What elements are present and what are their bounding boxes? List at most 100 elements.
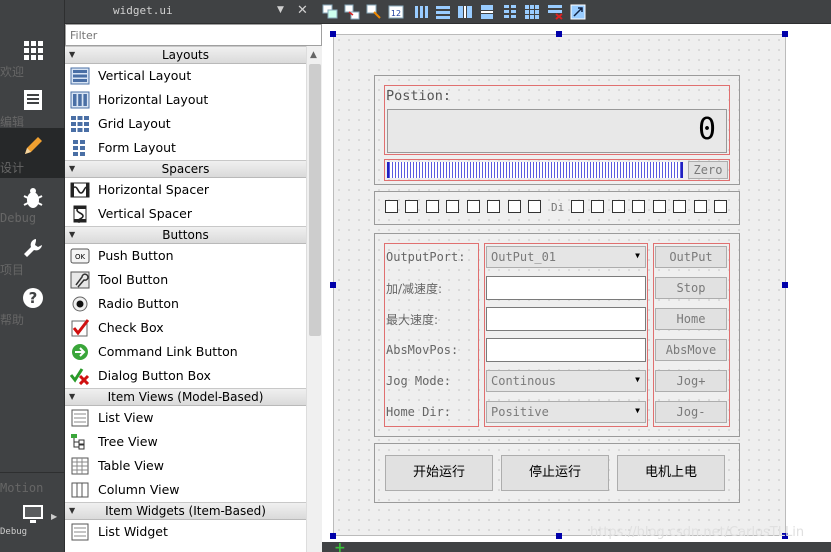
resize-handle[interactable] — [330, 282, 336, 288]
adjust-size-icon[interactable] — [570, 4, 586, 20]
resize-handle[interactable] — [330, 31, 336, 37]
halt-button[interactable]: 停止运行 — [501, 455, 609, 491]
di-checkbox[interactable] — [508, 200, 521, 213]
widget-column-view[interactable]: Column View — [65, 478, 306, 502]
abs-pos-input[interactable] — [486, 338, 646, 362]
expand-arrow-icon[interactable]: ▶ — [51, 512, 57, 521]
di-checkbox[interactable] — [528, 200, 541, 213]
lay-out-form-icon[interactable] — [502, 4, 518, 20]
category-item-views[interactable]: ▼ Item Views (Model-Based) — [65, 388, 306, 406]
di-checkbox[interactable] — [591, 200, 604, 213]
di-checkbox[interactable] — [714, 200, 727, 213]
splitter-horizontal-icon[interactable] — [457, 4, 473, 20]
di-checkbox[interactable] — [571, 200, 584, 213]
mode-edit[interactable]: 编辑 — [0, 82, 65, 132]
output-button[interactable]: OutPut — [655, 246, 727, 268]
collapse-arrow-icon[interactable]: ▼ — [69, 161, 75, 177]
widget-filter[interactable] — [65, 24, 322, 46]
build-target-selector[interactable]: Debug ▶ — [0, 496, 65, 546]
di-checkbox[interactable] — [612, 200, 625, 213]
lay-out-horizontally-icon[interactable] — [414, 4, 430, 20]
mode-design[interactable]: 设计 — [0, 128, 65, 178]
grid-icon — [23, 41, 43, 60]
widget-push-button[interactable]: OK Push Button — [65, 244, 306, 268]
mode-welcome[interactable]: 欢迎 — [0, 32, 65, 82]
di-checkbox[interactable] — [653, 200, 666, 213]
lay-out-vertically-icon[interactable] — [435, 4, 451, 20]
zero-button[interactable]: Zero — [688, 161, 728, 179]
di-checkbox[interactable] — [694, 200, 707, 213]
lay-out-grid-icon[interactable] — [524, 4, 540, 20]
widget-label: Vertical Layout — [98, 68, 192, 83]
widget-form-layout[interactable]: Form Layout — [65, 136, 306, 160]
di-checkbox[interactable] — [673, 200, 686, 213]
accel-input[interactable] — [486, 276, 646, 300]
splitter-vertical-icon[interactable] — [479, 4, 495, 20]
jog-mode-combo[interactable]: Continous ▼ — [486, 370, 646, 392]
collapse-arrow-icon[interactable]: ▼ — [69, 503, 75, 519]
grid-layout-icon — [71, 116, 89, 132]
max-speed-input[interactable] — [486, 307, 646, 331]
category-spacers[interactable]: ▼ Spacers — [65, 160, 306, 178]
widget-table-view[interactable]: Table View — [65, 454, 306, 478]
widget-vertical-spacer[interactable]: Vertical Spacer — [65, 202, 306, 226]
widget-command-link-button[interactable]: Command Link Button — [65, 340, 306, 364]
category-item-widgets[interactable]: ▼ Item Widgets (Item-Based) — [65, 502, 306, 520]
home-button[interactable]: Home — [655, 308, 727, 330]
edit-signals-icon[interactable] — [344, 4, 360, 20]
category-buttons[interactable]: ▼ Buttons — [65, 226, 306, 244]
jog-plus-button[interactable]: Jog+ — [655, 370, 727, 392]
widget-horizontal-layout[interactable]: Horizontal Layout — [65, 88, 306, 112]
resize-handle[interactable] — [782, 31, 788, 37]
widget-tool-button[interactable]: Tool Button — [65, 268, 306, 292]
widget-grid-layout[interactable]: Grid Layout — [65, 112, 306, 136]
mode-help[interactable]: ? 帮助 — [0, 280, 65, 330]
file-dropdown-icon[interactable]: ▼ — [277, 5, 284, 15]
output-port-combo[interactable]: OutPut_01 ▼ — [486, 246, 646, 268]
di-checkbox[interactable] — [487, 200, 500, 213]
widget-radio-button[interactable]: Radio Button — [65, 292, 306, 316]
widget-vertical-layout[interactable]: Vertical Layout — [65, 64, 306, 88]
collapse-arrow-icon[interactable]: ▼ — [69, 47, 75, 63]
widget-tree-view[interactable]: Tree View — [65, 430, 306, 454]
mode-debug[interactable]: Debug — [0, 180, 65, 230]
stop-button[interactable]: Stop — [655, 277, 727, 299]
position-slider[interactable] — [387, 162, 683, 178]
absmove-button[interactable]: AbsMove — [655, 339, 727, 361]
filter-input[interactable] — [66, 25, 321, 45]
widget-dialog-button-box[interactable]: Dialog Button Box — [65, 364, 306, 388]
category-layouts[interactable]: ▼ Layouts — [65, 46, 306, 64]
di-checkbox[interactable] — [405, 200, 418, 213]
collapse-arrow-icon[interactable]: ▼ — [69, 389, 75, 405]
motor-on-button[interactable]: 电机上电 — [617, 455, 725, 491]
collapse-arrow-icon[interactable]: ▼ — [69, 227, 75, 243]
scroll-thumb[interactable] — [309, 64, 321, 336]
add-icon[interactable]: + — [334, 540, 346, 552]
dropdown-arrow-icon: ▼ — [635, 251, 640, 260]
widget-box-scrollbar[interactable]: ▲ — [306, 46, 322, 552]
widget-list-view[interactable]: List View — [65, 406, 306, 430]
form-widget[interactable]: Postion: 0 Zero Di OutputPort: 加/减速度: 最大… — [333, 34, 786, 536]
edit-buddies-icon[interactable] — [366, 4, 382, 20]
widget-horizontal-spacer[interactable]: Horizontal Spacer — [65, 178, 306, 202]
close-file-icon[interactable]: ✕ — [297, 3, 308, 18]
break-layout-icon[interactable] — [547, 4, 563, 20]
di-checkbox[interactable] — [426, 200, 439, 213]
mode-projects[interactable]: 项目 — [0, 230, 65, 280]
jog-minus-button[interactable]: Jog- — [655, 401, 727, 423]
resize-handle[interactable] — [782, 282, 788, 288]
resize-handle[interactable] — [556, 31, 562, 37]
di-checkbox[interactable] — [632, 200, 645, 213]
home-dir-combo[interactable]: Positive ▼ — [486, 401, 646, 423]
widget-list-widget[interactable]: List Widget — [65, 520, 306, 544]
start-button[interactable]: 开始运行 — [385, 455, 493, 491]
di-checkbox[interactable] — [385, 200, 398, 213]
resize-handle[interactable] — [330, 533, 336, 539]
edit-tab-order-icon[interactable]: 12 — [388, 4, 404, 20]
di-checkbox[interactable] — [446, 200, 459, 213]
scroll-up-icon[interactable]: ▲ — [310, 50, 317, 60]
resize-handle[interactable] — [556, 533, 562, 539]
widget-check-box[interactable]: Check Box — [65, 316, 306, 340]
di-checkbox[interactable] — [467, 200, 480, 213]
edit-widgets-icon[interactable] — [322, 4, 338, 20]
